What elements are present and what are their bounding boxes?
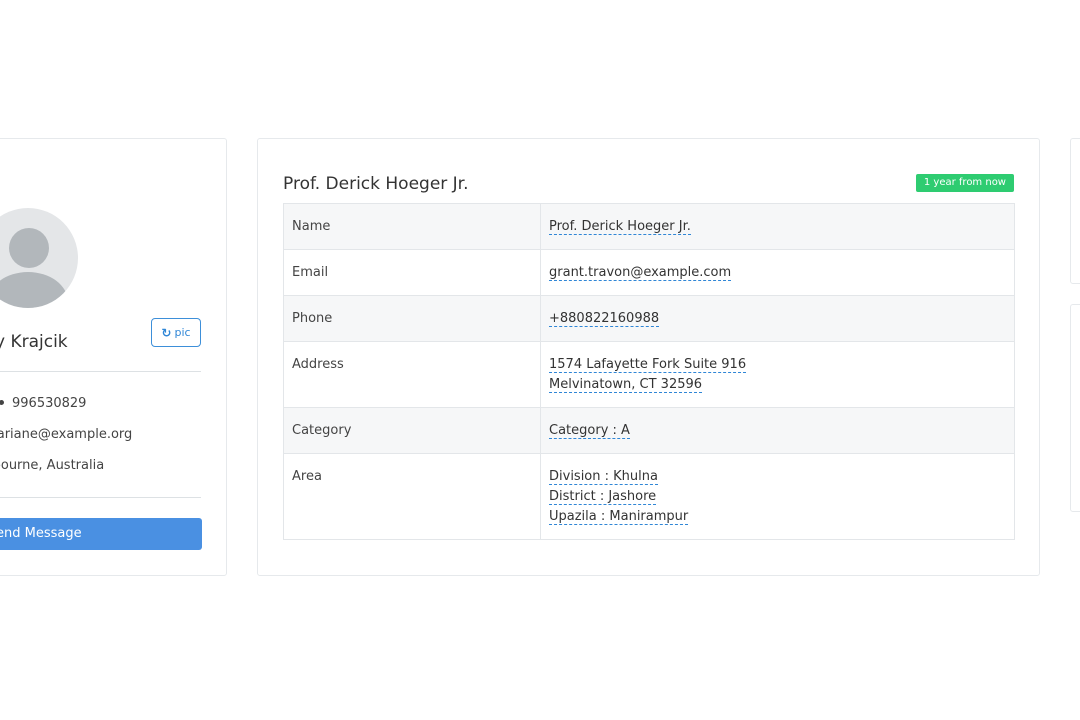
table-row: Category Category : A bbox=[283, 407, 1015, 454]
editable-value[interactable]: grant.travon@example.com bbox=[549, 265, 732, 281]
editable-value[interactable]: 1574 Lafayette Fork Suite 916 bbox=[549, 357, 747, 373]
row-label: Email bbox=[283, 249, 541, 296]
details-table: Name Prof. Derick Hoeger Jr. Email grant… bbox=[283, 203, 1015, 540]
profile-email: l.ariane@example.org bbox=[0, 427, 133, 442]
side-card bbox=[1070, 304, 1080, 512]
row-value: +880822160988 bbox=[540, 295, 1015, 342]
time-badge: 1 year from now bbox=[915, 174, 1014, 192]
profile-card: ry Krajcik ↻ pic 996530829 l.ariane@exam… bbox=[0, 138, 227, 576]
avatar-shoulders bbox=[0, 272, 68, 308]
profile-phone: 996530829 bbox=[0, 396, 86, 411]
editable-value[interactable]: Division : Khulna bbox=[549, 469, 658, 485]
row-label: Phone bbox=[283, 295, 541, 342]
profile-phone-text: 996530829 bbox=[12, 396, 87, 411]
row-value: 1574 Lafayette Fork Suite 916 Melvinatow… bbox=[540, 341, 1015, 408]
editable-value[interactable]: Category : A bbox=[549, 423, 630, 439]
divider bbox=[0, 371, 201, 372]
profile-location: lbourne, Australia bbox=[0, 458, 105, 473]
row-value: Division : Khulna District : Jashore Upa… bbox=[540, 453, 1015, 540]
table-row: Name Prof. Derick Hoeger Jr. bbox=[283, 203, 1015, 250]
table-row: Email grant.travon@example.com bbox=[283, 249, 1015, 296]
table-row: Phone +880822160988 bbox=[283, 295, 1015, 342]
row-label: Address bbox=[283, 341, 541, 408]
editable-value[interactable]: District : Jashore bbox=[549, 489, 657, 505]
row-label: Area bbox=[283, 453, 541, 540]
editable-value[interactable]: Prof. Derick Hoeger Jr. bbox=[549, 219, 691, 235]
profile-name: ry Krajcik bbox=[0, 332, 68, 352]
editable-value[interactable]: Upazila : Manirampur bbox=[549, 509, 689, 525]
side-card bbox=[1070, 138, 1080, 284]
editable-value[interactable]: +880822160988 bbox=[549, 311, 660, 327]
divider bbox=[0, 497, 201, 498]
table-row: Address 1574 Lafayette Fork Suite 916 Me… bbox=[283, 341, 1015, 408]
refresh-icon: ↻ bbox=[161, 325, 172, 340]
change-pic-button[interactable]: ↻ pic bbox=[151, 318, 201, 347]
avatar bbox=[0, 208, 78, 308]
editable-value[interactable]: Melvinatown, CT 32596 bbox=[549, 377, 703, 393]
row-label: Name bbox=[283, 203, 541, 250]
table-row: Area Division : Khulna District : Jashor… bbox=[283, 453, 1015, 540]
details-title: Prof. Derick Hoeger Jr. bbox=[283, 174, 469, 194]
row-value: Category : A bbox=[540, 407, 1015, 454]
send-message-button[interactable]: end Message bbox=[0, 518, 202, 550]
row-value: grant.travon@example.com bbox=[540, 249, 1015, 296]
change-pic-label: pic bbox=[174, 326, 191, 339]
avatar-head bbox=[9, 228, 49, 268]
row-label: Category bbox=[283, 407, 541, 454]
row-value: Prof. Derick Hoeger Jr. bbox=[540, 203, 1015, 250]
phone-icon bbox=[0, 400, 4, 405]
details-card: Prof. Derick Hoeger Jr. 1 year from now … bbox=[257, 138, 1040, 576]
